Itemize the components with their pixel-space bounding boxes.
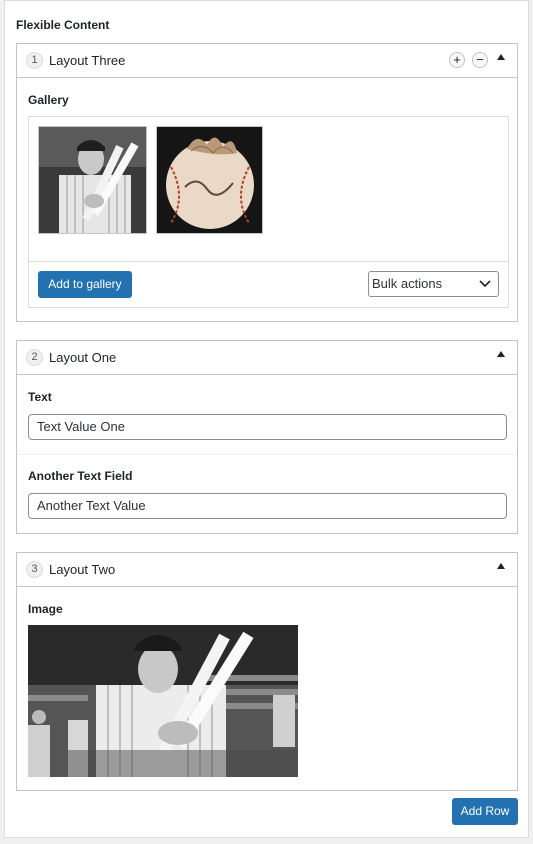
layout-order-badge[interactable]: 3 bbox=[26, 561, 43, 578]
field-label-image: Image bbox=[28, 602, 63, 616]
field-divider bbox=[17, 454, 517, 455]
another-text-field[interactable]: Another Text Value bbox=[28, 493, 507, 519]
field-label-another-text: Another Text Field bbox=[28, 469, 133, 483]
layout-title: Layout Three bbox=[49, 53, 126, 68]
bulk-actions-value: Bulk actions bbox=[372, 276, 443, 291]
collapse-icon[interactable] bbox=[497, 54, 505, 60]
section-title: Flexible Content bbox=[16, 18, 110, 32]
add-layout-icon[interactable]: + bbox=[449, 52, 465, 68]
flexible-content-panel: Flexible Content 1 Layout Three + − Gall… bbox=[4, 0, 529, 838]
bulk-actions-select[interactable]: Bulk actions bbox=[368, 271, 499, 297]
field-label-gallery: Gallery bbox=[28, 93, 69, 107]
baseball-player-photo-icon bbox=[39, 127, 146, 233]
layout-title: Layout One bbox=[49, 350, 117, 365]
chevron-down-icon bbox=[479, 280, 491, 288]
add-to-gallery-button[interactable]: Add to gallery bbox=[38, 271, 132, 298]
image-preview[interactable] bbox=[28, 625, 298, 777]
layout-header-3[interactable]: 3 Layout Two bbox=[17, 553, 517, 587]
layout-order-badge[interactable]: 2 bbox=[26, 349, 43, 366]
layout-title: Layout Two bbox=[49, 562, 116, 577]
collapse-icon[interactable] bbox=[497, 351, 505, 357]
layout-header-1[interactable]: 1 Layout Three + − bbox=[17, 44, 517, 78]
gallery-image-2[interactable] bbox=[156, 126, 263, 234]
gallery-image-1[interactable] bbox=[38, 126, 147, 234]
baseball-player-photo-icon bbox=[28, 625, 298, 777]
remove-layout-icon[interactable]: − bbox=[472, 52, 488, 68]
field-label-text: Text bbox=[28, 390, 52, 404]
add-row-button[interactable]: Add Row bbox=[452, 798, 518, 825]
layout-row-2: 2 Layout One Text Text Value One Another… bbox=[16, 340, 518, 534]
gallery-toolbar: Add to gallery Bulk actions bbox=[29, 261, 508, 308]
layout-header-2[interactable]: 2 Layout One bbox=[17, 341, 517, 375]
layout-row-1: 1 Layout Three + − Gallery Add to galler… bbox=[16, 43, 518, 322]
text-field[interactable]: Text Value One bbox=[28, 414, 507, 440]
gallery-box: Add to gallery Bulk actions bbox=[28, 116, 509, 308]
layout-row-3: 3 Layout Two Image bbox=[16, 552, 518, 791]
layout-order-badge[interactable]: 1 bbox=[26, 52, 43, 69]
collapse-icon[interactable] bbox=[497, 563, 505, 569]
signed-baseball-photo-icon bbox=[157, 127, 262, 233]
